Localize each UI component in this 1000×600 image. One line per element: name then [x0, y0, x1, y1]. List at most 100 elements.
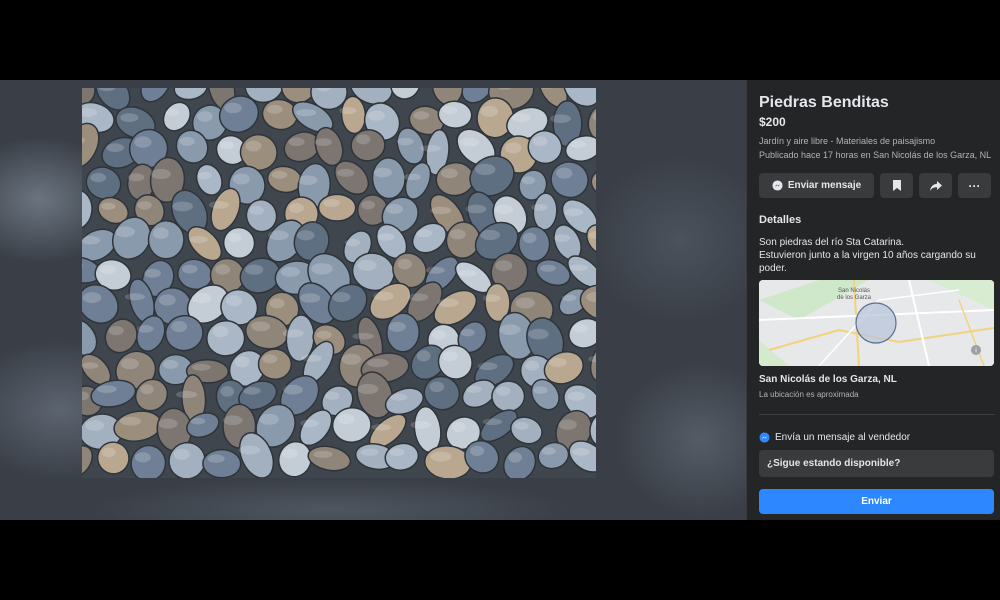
- pebble-highlight: [373, 291, 394, 301]
- pebble-highlight: [337, 413, 355, 425]
- save-button[interactable]: [880, 173, 913, 198]
- pebble-highlight: [259, 413, 279, 425]
- pebble-highlight: [525, 360, 540, 371]
- pebble-highlight: [197, 172, 212, 180]
- pebble-highlight: [553, 234, 571, 242]
- pebble-highlight: [541, 447, 556, 455]
- pebble-highlight: [494, 204, 514, 215]
- pebble-highlight: [477, 362, 498, 371]
- pebble-highlight: [99, 265, 116, 275]
- pebble-highlight: [300, 419, 319, 428]
- pebble-highlight: [220, 141, 234, 150]
- location-map[interactable]: i San Nicolás de los Garza: [759, 280, 994, 366]
- pebble-highlight: [522, 232, 537, 244]
- pebble-highlight: [288, 203, 304, 213]
- pebble-highlight: [425, 266, 445, 274]
- message-input[interactable]: ¿Sigue estando disponible?: [759, 450, 994, 477]
- pebble-highlight: [82, 362, 99, 369]
- pebble-highlight: [460, 328, 475, 337]
- pebble-highlight: [134, 136, 152, 148]
- pebble-highlight: [96, 385, 117, 393]
- pebble-highlight: [128, 173, 145, 182]
- pebble-highlight: [212, 325, 229, 338]
- pebble-highlight: [197, 111, 213, 122]
- pebble-highlight: [339, 107, 357, 115]
- send-message-label: Enviar mensaje: [787, 180, 862, 191]
- pebble-highlight: [540, 264, 556, 272]
- send-button[interactable]: Enviar: [759, 489, 994, 514]
- pebble-highlight: [389, 393, 408, 401]
- pebble-highlight: [361, 200, 375, 210]
- pebble-highlight: [137, 201, 152, 210]
- pebble-highlight: [220, 386, 234, 397]
- more-options-button[interactable]: ···: [958, 173, 991, 198]
- listing-details-panel: Piedras Benditas $200 Jardín y aire libr…: [746, 80, 1000, 520]
- pebble-highlight: [457, 270, 477, 277]
- pebble-highlight: [325, 391, 340, 400]
- pebble-highlight: [429, 381, 445, 393]
- pebble: [317, 193, 357, 222]
- bookmark-icon: [892, 180, 901, 191]
- pebble-highlight: [528, 328, 549, 340]
- pebble-highlight: [82, 236, 100, 245]
- pebble-highlight: [514, 422, 529, 430]
- pebble-highlight: [572, 324, 589, 333]
- pebble-highlight: [137, 325, 154, 333]
- pebble-highlight: [470, 445, 485, 456]
- listing-price: $200: [759, 115, 786, 129]
- pebble-highlight: [222, 415, 243, 426]
- pebble-highlight: [442, 351, 458, 362]
- more-icon: ···: [968, 178, 981, 193]
- pebble-highlight: [558, 419, 577, 430]
- pebble-highlight: [288, 137, 305, 147]
- location-name[interactable]: San Nicolás de los Garza, NL: [759, 374, 897, 385]
- pebble-highlight: [482, 418, 503, 426]
- pebble-highlight: [120, 113, 139, 122]
- pebble-highlight: [234, 356, 250, 368]
- pebble-highlight: [377, 233, 395, 241]
- pebble-highlight: [301, 354, 322, 362]
- pebble-highlight: [158, 418, 178, 429]
- pebble: [257, 348, 293, 381]
- pebble-highlight: [416, 229, 432, 238]
- pebble-highlight: [352, 332, 374, 340]
- pebble-highlight: [268, 230, 289, 241]
- pebble-highlight: [556, 167, 573, 179]
- pebble-highlight: [341, 353, 361, 365]
- pebble-highlight: [397, 258, 412, 270]
- pebble-highlight: [389, 448, 405, 457]
- pebble-highlight: [176, 390, 198, 399]
- listing-posted: Publicado hace 17 horas en San Nicolás d…: [759, 150, 992, 160]
- pebble-highlight: [190, 417, 206, 425]
- pebble-highlight: [108, 326, 124, 336]
- pebble-highlight: [101, 202, 116, 210]
- pebble-highlight: [515, 297, 535, 309]
- pebble-highlight: [158, 294, 176, 306]
- pebble-highlight: [101, 447, 116, 458]
- pebble-highlight: [313, 450, 333, 458]
- pebble-highlight: [475, 163, 496, 176]
- pebble-highlight: [282, 329, 304, 338]
- pebble-highlight: [460, 137, 480, 147]
- pebble-highlight: [431, 330, 447, 340]
- pebble-highlight: [410, 421, 432, 429]
- map-place-label: San Nicolás de los Garza: [837, 288, 872, 301]
- pebble-highlight: [281, 448, 298, 459]
- pebble-highlight: [451, 421, 466, 433]
- message-seller-heading: Envía un mensaje al vendedor: [759, 432, 910, 443]
- pebble-highlight: [465, 204, 487, 214]
- pebble-highlight: [430, 206, 452, 215]
- listing-category[interactable]: Jardín y aire libre - Materiales de pais…: [759, 136, 935, 146]
- pebble-highlight: [344, 238, 361, 247]
- pebble-highlight: [316, 330, 332, 339]
- pebble-highlight: [521, 176, 536, 185]
- send-message-button[interactable]: Enviar mensaje: [759, 173, 874, 198]
- pebble-highlight: [226, 295, 242, 307]
- pebble-highlight: [532, 136, 548, 147]
- pebble-highlight: [373, 167, 392, 178]
- listing-photo[interactable]: [82, 88, 596, 478]
- share-button[interactable]: [919, 173, 952, 198]
- pebble-highlight: [357, 383, 379, 395]
- pebble-highlight: [171, 321, 187, 333]
- pebble-highlight: [224, 102, 242, 114]
